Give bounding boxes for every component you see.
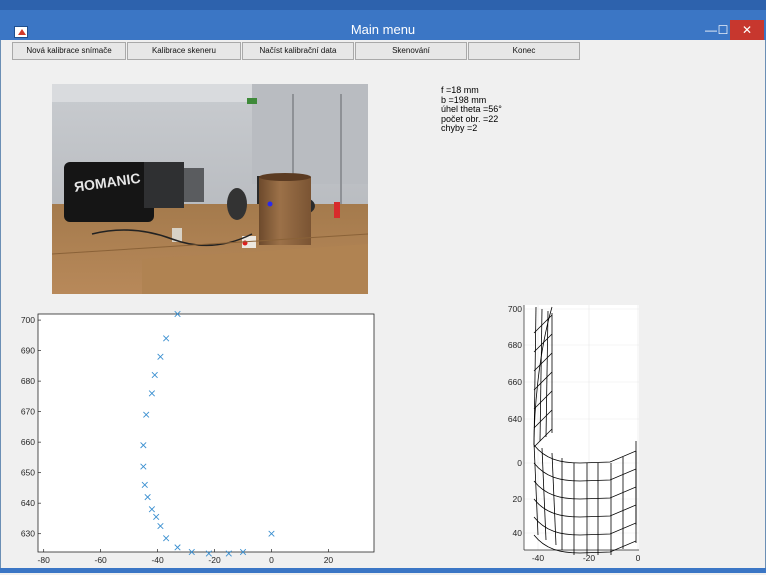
theta-angle-text: úhel theta =56° (441, 104, 502, 115)
camera-image: ЯОМАNIC (52, 84, 368, 294)
y-tick-label: 660 (508, 377, 522, 387)
error-count-text: chyby =2 (441, 123, 478, 134)
image-count-text: počet obr. =22 (441, 113, 499, 124)
title-bar[interactable]: Main menu — ☐ ✕ (0, 0, 766, 40)
y-tick-label: 670 (21, 407, 35, 417)
y-tick-label: 680 (508, 340, 522, 350)
y-tick-label: 690 (21, 346, 35, 356)
taskbar-strip (0, 568, 766, 573)
load-calibration-data-button[interactable]: Načíst kalibrační data (242, 42, 354, 60)
x-tick-label: -20 (208, 555, 221, 565)
y-tick-label: 0 (517, 458, 522, 468)
y-tick-label: 40 (513, 528, 523, 538)
x-tick-label: -40 (532, 553, 545, 563)
x-tick-label: 20 (324, 555, 334, 565)
exit-button[interactable]: Konec (468, 42, 580, 60)
y-tick-label: 660 (21, 437, 35, 447)
y-tick-label: 20 (513, 494, 523, 504)
x-tick-label: -20 (583, 553, 596, 563)
y-tick-label: 650 (21, 468, 35, 478)
y-tick-label: 700 (508, 304, 522, 314)
plot-area (37, 313, 375, 553)
surface-3d-chart: -40 -20 0 700 680 660 640 0 20 40 (490, 295, 650, 570)
x-tick-label: -40 (151, 555, 164, 565)
title-bar-top-strip (0, 0, 766, 10)
close-button[interactable]: ✕ (730, 20, 764, 40)
calibration-info: f =18 mm b =198 mm úhel theta =56° počet… (441, 85, 502, 134)
y-tick-label: 640 (508, 414, 522, 424)
new-sensor-calibration-button[interactable]: Nová kalibrace snímače (12, 42, 126, 60)
y-tick-label: 630 (21, 529, 35, 539)
scanning-button[interactable]: Skenování (355, 42, 467, 60)
x-tick-label: -80 (38, 555, 51, 565)
y-tick-label: 640 (21, 498, 35, 508)
focal-length-text: f =18 mm (441, 85, 479, 95)
window-title: Main menu (350, 22, 416, 37)
profile-scatter-chart: -80 -60 -40 -20 0 20 630 640 650 660 670 680 690 700 (0, 300, 380, 575)
baseline-text: b =198 mm (441, 94, 487, 105)
y-tick-label: 680 (21, 376, 35, 386)
x-tick-label: 0 (269, 555, 274, 565)
x-tick-label: 0 (636, 553, 641, 563)
scanner-calibration-button[interactable]: Kalibrace skeneru (127, 42, 241, 60)
y-tick-label: 700 (21, 315, 35, 325)
x-tick-label: -60 (94, 555, 107, 565)
